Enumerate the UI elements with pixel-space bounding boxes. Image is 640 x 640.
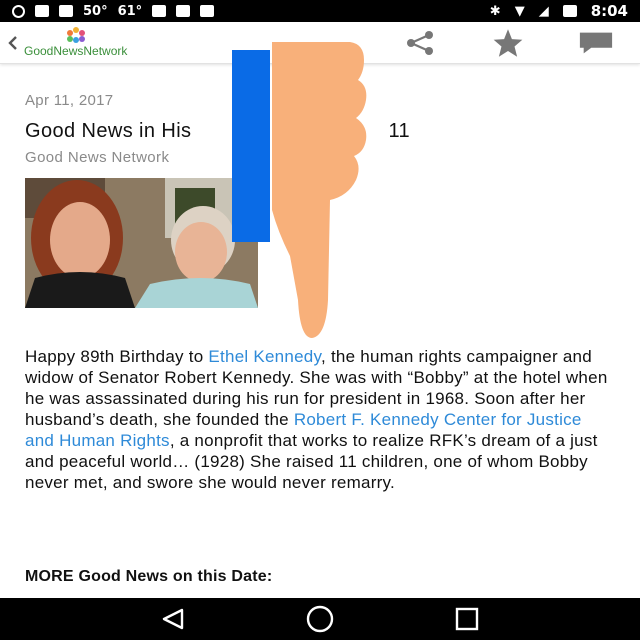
article-source: Good News Network: [25, 149, 170, 166]
article-title-end: 11: [388, 120, 411, 142]
nav-recents-button[interactable]: [445, 601, 489, 637]
more-news-heading: MORE Good News on this Date:: [25, 568, 273, 585]
android-icon: [200, 5, 215, 17]
home-circle-icon: [306, 605, 334, 633]
overlay-hand-shape: [272, 42, 367, 338]
article-title-start: Good News in His: [25, 120, 192, 142]
temperature-2: 61°: [117, 3, 143, 19]
comments-button[interactable]: [578, 25, 614, 61]
status-bar: 50° 61° ✱ ▼ ◢ 8:04: [0, 0, 640, 22]
temperature-1: 50°: [83, 3, 108, 19]
photo-image: [25, 178, 258, 308]
nav-home-button[interactable]: [298, 601, 342, 637]
body-text-1: Happy 89th Birthday to: [25, 347, 209, 366]
share-icon: [407, 31, 433, 55]
star-icon: [493, 29, 523, 57]
clock: 8:04: [590, 2, 628, 20]
ethel-kennedy-link[interactable]: Ethel Kennedy: [208, 347, 321, 366]
system-nav-bar: [0, 598, 640, 640]
wifi-icon: ▼: [514, 3, 525, 19]
back-icon: [8, 35, 17, 50]
photo-icon: [152, 5, 167, 17]
back-triangle-icon: [163, 608, 184, 630]
nav-back-button[interactable]: [151, 601, 195, 637]
back-button[interactable]: [4, 22, 22, 64]
favorite-button[interactable]: [490, 25, 526, 61]
article-date: Apr 11, 2017: [25, 92, 114, 109]
logo-flower-icon: [62, 27, 90, 43]
app-toolbar: GoodNewsNetwork: [0, 22, 640, 64]
article-title: Good News in His 11: [25, 120, 410, 143]
article-photo[interactable]: [25, 178, 258, 308]
notification-icon: [12, 4, 25, 18]
recents-square-icon: [455, 607, 478, 631]
satellite-icon: [35, 5, 49, 17]
lock-icon: [59, 5, 73, 17]
signal-icon: ◢: [538, 3, 549, 19]
bag-icon: [176, 5, 191, 17]
app-logo[interactable]: GoodNewsNetwork: [24, 27, 127, 58]
share-button[interactable]: [402, 25, 438, 61]
bluetooth-icon: ✱: [489, 3, 501, 19]
logo-text: GoodNewsNetwork: [24, 44, 128, 58]
comment-icon: [579, 32, 613, 54]
article-body: Happy 89th Birthday to Ethel Kennedy, th…: [25, 346, 615, 493]
battery-icon: [562, 5, 577, 17]
